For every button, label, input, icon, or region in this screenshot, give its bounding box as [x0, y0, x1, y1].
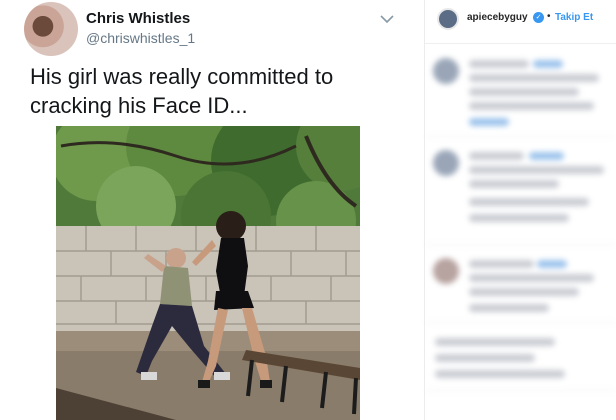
tweet-author-avatar[interactable]	[24, 2, 78, 56]
tweet-media-photo[interactable]	[56, 126, 360, 420]
park-scene-image	[56, 126, 360, 420]
post-header: apiecebyguy ✓ • Takip Et	[425, 0, 616, 44]
follow-button[interactable]: Takip Et	[555, 12, 593, 23]
instagram-sidebar: apiecebyguy ✓ • Takip Et	[425, 0, 616, 420]
tweet-author-name[interactable]: Chris Whistles	[86, 10, 190, 27]
verified-badge-icon: ✓	[533, 12, 544, 23]
tweet-author-handle[interactable]: @chriswhistles_1	[86, 30, 195, 46]
blurred-comments	[425, 44, 616, 420]
chevron-down-icon[interactable]	[380, 14, 394, 24]
profile-avatar[interactable]	[437, 8, 459, 30]
tweet-card: Chris Whistles @chriswhistles_1 His girl…	[0, 0, 424, 420]
separator-dot: •	[547, 11, 551, 22]
tweet-text: His girl was really committed to crackin…	[30, 64, 334, 118]
profile-username[interactable]: apiecebyguy	[467, 12, 528, 23]
